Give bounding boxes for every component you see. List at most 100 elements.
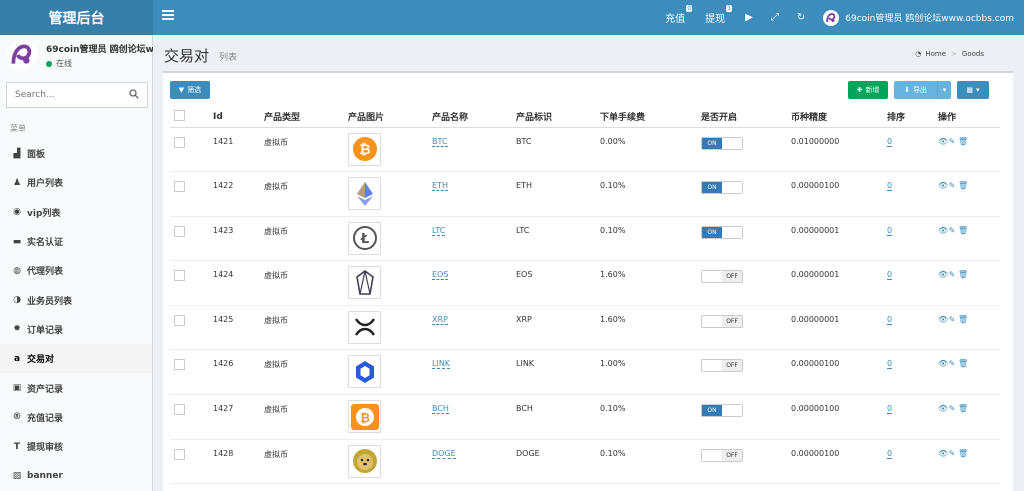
- enable-switch[interactable]: ON: [701, 136, 743, 150]
- name-edit-link[interactable]: BTC: [432, 136, 448, 147]
- trash-icon[interactable]: 🗑: [958, 359, 968, 368]
- sort-edit-link[interactable]: 0: [887, 404, 893, 415]
- col-header-sort[interactable]: 排序: [883, 107, 934, 128]
- sidebar-item-verification[interactable]: ▬ 实名认证: [0, 227, 152, 256]
- row-checkbox[interactable]: [174, 314, 185, 326]
- sort-edit-link[interactable]: 0: [887, 225, 893, 236]
- edit-icon[interactable]: ✎: [948, 181, 956, 190]
- col-header-precision[interactable]: 币种精度: [787, 107, 883, 128]
- trash-icon[interactable]: 🗑: [958, 137, 968, 146]
- edit-icon[interactable]: ✎: [948, 359, 956, 368]
- sort-edit-link[interactable]: 0: [887, 136, 893, 147]
- sort-edit-link[interactable]: 0: [887, 270, 893, 281]
- row-checkbox[interactable]: [174, 270, 185, 282]
- ltc-coin-icon[interactable]: Ł: [348, 221, 381, 255]
- col-header-symbol[interactable]: 产品标识: [512, 107, 596, 128]
- eye-icon[interactable]: 👁: [938, 181, 948, 190]
- trash-icon[interactable]: 🗑: [958, 315, 968, 324]
- row-checkbox[interactable]: [174, 181, 185, 193]
- eye-icon[interactable]: 👁: [938, 359, 948, 368]
- trash-icon[interactable]: 🗑: [958, 449, 968, 458]
- name-edit-link[interactable]: DOGE: [432, 448, 456, 459]
- enable-switch[interactable]: OFF: [701, 448, 743, 462]
- name-edit-link[interactable]: ETH: [432, 181, 448, 192]
- name-edit-link[interactable]: EOS: [432, 270, 449, 281]
- sidebar-item-banner[interactable]: ▨ banner: [0, 461, 152, 490]
- enable-switch[interactable]: OFF: [701, 270, 743, 284]
- name-edit-link[interactable]: BCH: [432, 404, 449, 415]
- enable-switch[interactable]: ON: [701, 225, 743, 239]
- sidebar-item-vip[interactable]: ◉ vip列表: [0, 198, 152, 227]
- sidebar-item-assets[interactable]: ▣ 资产记录: [0, 373, 152, 402]
- sidebar-item-salesmen[interactable]: ◑ 业务员列表: [0, 285, 152, 314]
- edit-icon[interactable]: ✎: [948, 226, 956, 235]
- eye-icon[interactable]: 👁: [938, 449, 948, 458]
- trash-icon[interactable]: 🗑: [958, 181, 968, 190]
- sort-edit-link[interactable]: 0: [887, 448, 893, 459]
- sort-edit-link[interactable]: 0: [887, 314, 893, 325]
- edit-icon[interactable]: ✎: [948, 137, 956, 146]
- bch-coin-icon[interactable]: ₿: [348, 400, 381, 434]
- play-icon[interactable]: ▶: [745, 12, 753, 23]
- eye-icon[interactable]: 👁: [938, 270, 948, 279]
- eye-icon[interactable]: 👁: [938, 226, 948, 235]
- eye-icon[interactable]: 👁: [938, 404, 948, 413]
- edit-icon[interactable]: ✎: [948, 449, 956, 458]
- sidebar-item-agents[interactable]: ◍ 代理列表: [0, 256, 152, 285]
- edit-icon[interactable]: ✎: [948, 404, 956, 413]
- name-edit-link[interactable]: LINK: [432, 359, 451, 370]
- enable-switch[interactable]: OFF: [701, 359, 743, 373]
- trash-icon[interactable]: 🗑: [958, 270, 968, 279]
- sort-edit-link[interactable]: 0: [887, 181, 893, 192]
- btc-coin-icon[interactable]: ₿: [348, 132, 381, 166]
- col-header-fee[interactable]: 下单手续费: [596, 107, 697, 128]
- row-checkbox[interactable]: [174, 359, 185, 371]
- col-header-image[interactable]: 产品图片: [344, 107, 428, 128]
- trash-icon[interactable]: 🗑: [958, 226, 968, 235]
- name-edit-link[interactable]: XRP: [432, 314, 448, 325]
- sidebar-toggle-icon[interactable]: [162, 10, 174, 24]
- sidebar-item-dashboard[interactable]: ▟ 面板: [0, 139, 152, 168]
- link-coin-icon[interactable]: [348, 355, 381, 389]
- edit-icon[interactable]: ✎: [948, 315, 956, 324]
- enable-switch[interactable]: ON: [701, 404, 743, 418]
- xrp-coin-icon[interactable]: [348, 310, 381, 344]
- eye-icon[interactable]: 👁: [938, 315, 948, 324]
- edit-icon[interactable]: ✎: [948, 270, 956, 279]
- export-button[interactable]: ⬇ 导出: [894, 81, 937, 99]
- sort-edit-link[interactable]: 0: [887, 359, 893, 370]
- export-dropdown-button[interactable]: ▾: [937, 81, 951, 99]
- eth-coin-icon[interactable]: [348, 177, 381, 211]
- row-checkbox[interactable]: [174, 136, 185, 148]
- enable-switch[interactable]: OFF: [701, 314, 743, 328]
- sidebar-item-withdraw-review[interactable]: T 提现审核: [0, 432, 152, 461]
- expand-icon[interactable]: ⤢: [771, 12, 779, 23]
- row-checkbox[interactable]: [174, 404, 185, 416]
- sidebar-item-recharge[interactable]: ® 充值记录: [0, 403, 152, 432]
- col-header-enabled[interactable]: 是否开启: [697, 107, 787, 128]
- trash-icon[interactable]: 🗑: [958, 404, 968, 413]
- search-input[interactable]: [15, 90, 115, 100]
- sidebar-item-trading-pairs[interactable]: a 交易对: [0, 344, 152, 374]
- row-checkbox[interactable]: [174, 225, 185, 237]
- sidebar-item-users[interactable]: ♟ 用户列表: [0, 168, 152, 197]
- doge-coin-icon[interactable]: [348, 444, 381, 478]
- row-checkbox[interactable]: [174, 448, 185, 460]
- withdraw-link[interactable]: 提现 1: [705, 5, 733, 25]
- recharge-link[interactable]: 充值 0: [665, 5, 693, 25]
- breadcrumb-home[interactable]: Home: [925, 50, 946, 58]
- filter-button[interactable]: ▼ 筛选: [170, 81, 210, 99]
- col-header-name[interactable]: 产品名称: [428, 107, 512, 128]
- sidebar-item-orders[interactable]: ✹ 订单记录: [0, 315, 152, 344]
- col-header-type[interactable]: 产品类型: [260, 107, 344, 128]
- eos-coin-icon[interactable]: [348, 266, 381, 300]
- refresh-icon[interactable]: ↻: [797, 12, 805, 23]
- select-all-checkbox[interactable]: [174, 109, 185, 121]
- eye-icon[interactable]: 👁: [938, 137, 948, 146]
- app-logo[interactable]: 管理后台: [0, 0, 153, 35]
- name-edit-link[interactable]: LTC: [432, 225, 446, 236]
- user-menu[interactable]: 69coin管理员 鸥创论坛www.ocbbs.com: [823, 9, 1014, 26]
- new-button[interactable]: ✚ 新增: [848, 81, 888, 99]
- col-header-id[interactable]: Id: [209, 107, 260, 128]
- search-icon[interactable]: [129, 88, 139, 102]
